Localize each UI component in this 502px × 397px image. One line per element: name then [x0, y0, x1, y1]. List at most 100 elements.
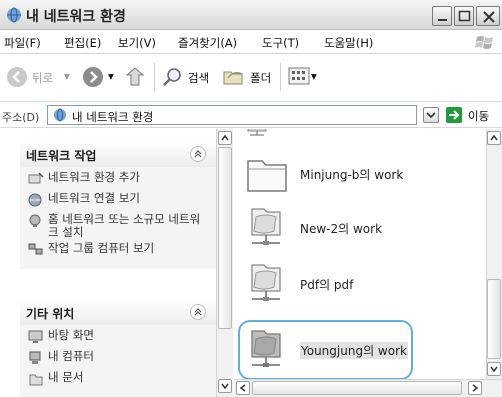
scroll-down-button[interactable] — [487, 362, 501, 376]
chevron-down-icon — [490, 366, 498, 373]
add-network-place-icon — [28, 172, 44, 184]
address-bar: 주소(D) 내 네트워크 환경 이동 — [0, 101, 502, 128]
search-icon[interactable] — [162, 66, 184, 88]
minimize-button[interactable] — [432, 6, 452, 26]
chevron-right-icon — [472, 384, 479, 392]
window-title: 내 네트워크 환경 — [26, 9, 126, 25]
go-button[interactable] — [446, 107, 462, 123]
task-add-network-place[interactable]: 네트워크 환경 추가 — [26, 171, 210, 189]
go-label[interactable]: 이동 — [468, 108, 489, 124]
task-pane-scrollbar[interactable] — [216, 129, 233, 397]
folders-icon[interactable] — [222, 66, 246, 88]
task-label: 네트워크 환경 추가 — [48, 170, 140, 184]
scroll-left-button[interactable] — [236, 381, 250, 395]
scroll-thumb[interactable] — [218, 147, 232, 329]
place-my-documents[interactable]: 내 문서 — [26, 371, 210, 389]
windows-logo-icon — [475, 36, 493, 49]
address-label: 주소(D) — [2, 111, 40, 124]
selection-highlight-ring — [238, 320, 413, 380]
task-label: 네트워크 연결 보기 — [48, 191, 140, 205]
network-tasks-header[interactable]: 네트워크 작업 — [20, 141, 216, 167]
close-button[interactable] — [476, 6, 500, 26]
other-places-list: 바탕 화면 내 컴퓨터 내 문서 — [20, 325, 216, 397]
scroll-up-button[interactable] — [218, 131, 232, 145]
list-item[interactable]: Minjung-b의 work — [242, 149, 482, 199]
task-label: 홈 네트워크 또는 소규모 네트워크 설치 — [48, 212, 201, 239]
back-dropdown-icon[interactable]: ▾ — [64, 69, 70, 83]
menu-help[interactable]: 도움말(H) — [324, 35, 373, 51]
back-arrow-icon[interactable] — [6, 66, 28, 88]
go-arrow-icon — [449, 110, 460, 120]
network-places-icon — [7, 7, 21, 23]
place-label: 내 문서 — [48, 370, 84, 384]
list-item[interactable]: Pdf의 pdf — [242, 259, 482, 309]
file-list-horizontal-scrollbar[interactable] — [234, 379, 502, 397]
folders-button-label[interactable]: 폴더 — [250, 70, 271, 86]
my-documents-icon — [29, 374, 43, 386]
scroll-thumb[interactable] — [252, 381, 462, 395]
scroll-right-button[interactable] — [468, 381, 482, 395]
item-label: Minjung-b의 work — [300, 168, 404, 182]
other-places-header[interactable]: 기타 위치 — [20, 299, 216, 325]
address-dropdown-button[interactable] — [423, 107, 439, 123]
menu-bar: 파일(F) 편집(E) 보기(V) 즐겨찾기(A) 도구(T) 도움말(H) — [0, 30, 502, 54]
task-view-network-connections[interactable]: 네트워크 연결 보기 — [26, 192, 210, 210]
minimize-icon — [438, 19, 447, 21]
network-tasks-group: 네트워크 작업 네트워크 환경 추가 네트워크 연결 보기 홈 네트워크 또는 … — [20, 141, 216, 269]
place-label: 내 컴퓨터 — [48, 349, 94, 363]
place-desktop[interactable]: 바탕 화면 — [26, 329, 210, 347]
chevron-double-up-icon — [194, 308, 202, 316]
workgroup-computers-icon — [28, 243, 43, 255]
chevron-double-up-icon — [194, 150, 202, 158]
maximize-button[interactable] — [454, 6, 474, 26]
menu-favorites[interactable]: 즐겨찾기(A) — [178, 35, 237, 51]
network-places-icon — [54, 108, 66, 122]
toolbar: 뒤로 ▾ ▾ 검색 폴더 ▾ — [0, 55, 502, 99]
title-bar: 내 네트워크 환경 — [0, 0, 502, 30]
item-label: Pdf의 pdf — [300, 278, 354, 292]
other-places-group: 기타 위치 바탕 화면 내 컴퓨터 내 문서 — [20, 299, 216, 397]
maximize-icon — [458, 10, 471, 22]
network-tasks-list: 네트워크 환경 추가 네트워크 연결 보기 홈 네트워크 또는 소규모 네트워크… — [20, 167, 216, 269]
chevron-down-icon — [426, 112, 436, 119]
scroll-down-button[interactable] — [218, 379, 232, 393]
place-label: 바탕 화면 — [48, 328, 94, 342]
menu-file[interactable]: 파일(F) — [4, 35, 41, 51]
up-folder-icon[interactable] — [124, 65, 146, 89]
menu-tools[interactable]: 도구(T) — [262, 35, 299, 51]
network-folder-icon — [251, 264, 281, 301]
list-item[interactable]: New-2의 work — [242, 203, 482, 253]
task-pane: 네트워크 작업 네트워크 환경 추가 네트워크 연결 보기 홈 네트워크 또는 … — [0, 129, 230, 397]
desktop-icon — [28, 330, 43, 343]
chevron-left-icon — [239, 384, 246, 392]
item-label: New-2의 work — [300, 222, 383, 236]
close-icon — [483, 11, 495, 23]
home-network-setup-icon — [29, 214, 41, 227]
menu-view[interactable]: 보기(V) — [118, 35, 156, 51]
task-home-network-setup[interactable]: 홈 네트워크 또는 소규모 네트워크 설치 — [26, 213, 210, 239]
address-input[interactable]: 내 네트워크 환경 — [47, 105, 417, 125]
back-button-label[interactable]: 뒤로 — [32, 70, 53, 86]
views-dropdown-icon[interactable]: ▾ — [311, 69, 317, 83]
scroll-up-button[interactable] — [487, 131, 501, 145]
task-view-workgroup-computers[interactable]: 작업 그룹 컴퓨터 보기 — [26, 242, 210, 260]
file-list-vertical-scrollbar[interactable] — [486, 129, 502, 379]
collapse-button[interactable] — [190, 304, 206, 320]
place-my-computer[interactable]: 내 컴퓨터 — [26, 350, 210, 368]
scroll-thumb[interactable] — [487, 279, 501, 359]
address-value: 내 네트워크 환경 — [72, 110, 154, 124]
collapse-button[interactable] — [190, 146, 206, 162]
task-label: 작업 그룹 컴퓨터 보기 — [48, 241, 155, 255]
network-tasks-title: 네트워크 작업 — [26, 149, 97, 163]
views-icon[interactable] — [288, 66, 310, 86]
forward-arrow-icon[interactable] — [82, 66, 104, 88]
network-folder-icon — [251, 208, 281, 245]
network-connections-icon — [28, 193, 42, 207]
chevron-up-icon — [221, 134, 229, 141]
partial-item[interactable] — [242, 129, 482, 137]
forward-dropdown-icon[interactable]: ▾ — [108, 69, 114, 83]
menu-edit[interactable]: 편집(E) — [64, 35, 101, 51]
network-folder-icon — [247, 129, 267, 136]
other-places-title: 기타 위치 — [26, 307, 75, 321]
search-button-label[interactable]: 검색 — [188, 70, 209, 86]
